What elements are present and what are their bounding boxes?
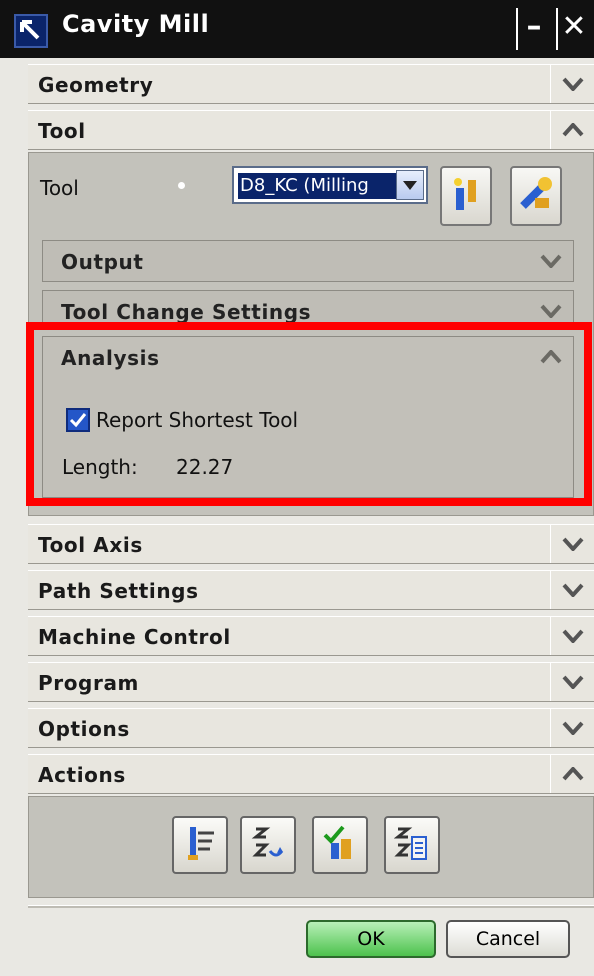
section-program-label: Program — [38, 671, 139, 695]
replay-icon — [250, 823, 286, 867]
section-tool[interactable]: Tool — [28, 110, 594, 150]
section-tool-axis-label: Tool Axis — [38, 533, 143, 557]
section-machine-control-label: Machine Control — [38, 625, 231, 649]
generate-toolpath-icon — [182, 823, 218, 867]
list-icon — [393, 823, 430, 867]
replay-button[interactable] — [240, 816, 296, 874]
section-actions-label: Actions — [38, 763, 126, 787]
tool-select[interactable]: D8_KC (Milling — [232, 166, 428, 204]
analysis-highlight-box — [26, 322, 592, 506]
actions-panel — [28, 796, 594, 898]
new-tool-icon — [448, 174, 484, 218]
subsection-tool-change-label: Tool Change Settings — [61, 300, 312, 324]
chevron-up-icon[interactable] — [550, 755, 594, 793]
dialog-title: Cavity Mill — [62, 10, 210, 38]
edit-tool-icon — [517, 174, 555, 218]
chevron-down-icon[interactable] — [550, 65, 594, 103]
tool-label: Tool — [40, 176, 79, 200]
subsection-tool-change-settings[interactable]: Tool Change Settings — [42, 290, 574, 324]
subsection-output-label: Output — [61, 250, 144, 274]
section-machine-control[interactable]: Machine Control — [28, 616, 594, 656]
chevron-down-icon[interactable] — [396, 170, 424, 200]
section-program[interactable]: Program — [28, 662, 594, 702]
cursor-arrow-icon — [14, 14, 48, 48]
edit-tool-button[interactable] — [510, 166, 562, 226]
section-geometry-label: Geometry — [38, 73, 154, 97]
chevron-down-icon[interactable] — [529, 241, 573, 281]
section-tool-label: Tool — [38, 119, 86, 143]
chevron-down-icon[interactable] — [529, 291, 573, 323]
new-tool-button[interactable] — [440, 166, 492, 226]
verify-icon — [321, 823, 359, 867]
ok-button[interactable]: OK — [306, 920, 436, 958]
minimize-button[interactable]: – — [516, 8, 550, 50]
section-geometry[interactable]: Geometry — [28, 64, 594, 104]
section-path-settings[interactable]: Path Settings — [28, 570, 594, 610]
chevron-down-icon[interactable] — [550, 617, 594, 655]
subsection-output[interactable]: Output — [42, 240, 574, 282]
generate-button[interactable] — [172, 816, 228, 874]
chevron-down-icon[interactable] — [550, 525, 594, 563]
chevron-down-icon[interactable] — [550, 571, 594, 609]
title-bar[interactable]: Cavity Mill – ✕ — [0, 0, 594, 58]
chevron-down-icon[interactable] — [550, 709, 594, 747]
close-button[interactable]: ✕ — [556, 8, 590, 50]
list-button[interactable] — [384, 816, 440, 874]
chevron-up-icon[interactable] — [550, 111, 594, 149]
left-margin — [0, 58, 28, 976]
verify-button[interactable] — [312, 816, 368, 874]
required-dot — [178, 182, 185, 189]
section-options[interactable]: Options — [28, 708, 594, 748]
chevron-down-icon[interactable] — [550, 663, 594, 701]
cancel-button[interactable]: Cancel — [446, 920, 570, 958]
section-tool-axis[interactable]: Tool Axis — [28, 524, 594, 564]
section-options-label: Options — [38, 717, 130, 741]
tool-select-value: D8_KC (Milling — [238, 173, 396, 199]
section-path-settings-label: Path Settings — [38, 579, 199, 603]
section-actions[interactable]: Actions — [28, 754, 594, 794]
footer-separator — [28, 905, 594, 908]
cavity-mill-dialog: Cavity Mill – ✕ Geometry Tool Tool D8_KC… — [0, 0, 594, 976]
